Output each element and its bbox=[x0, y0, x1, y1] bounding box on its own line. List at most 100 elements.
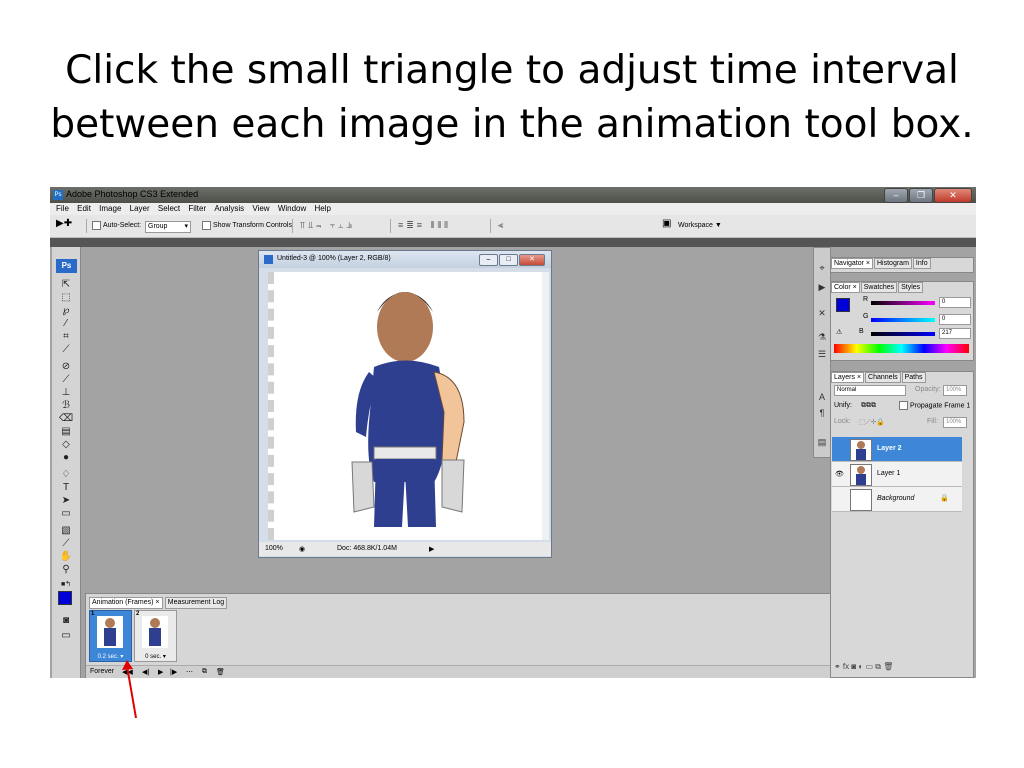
animation-frame-1[interactable]: 1 0.2 sec. ▾ bbox=[89, 610, 132, 662]
eyedropper-tool-icon[interactable]: ⟋ bbox=[59, 537, 73, 550]
duplicate-frame-icon[interactable]: ⧉ bbox=[202, 668, 207, 676]
type-tool-icon[interactable]: T bbox=[59, 481, 73, 494]
channel-g-slider[interactable] bbox=[871, 318, 935, 322]
tab-histogram[interactable]: Histogram bbox=[874, 258, 912, 269]
unify-icons[interactable]: ⧉⧉⧉ bbox=[861, 402, 876, 410]
channel-r-slider[interactable] bbox=[871, 301, 935, 305]
tool-presets-icon[interactable]: ✕ bbox=[816, 308, 828, 319]
screen-mode-icon[interactable]: ▭ bbox=[59, 629, 73, 642]
eraser-tool-icon[interactable]: ⌫ bbox=[59, 412, 73, 425]
healing-brush-tool-icon[interactable]: ⊘ bbox=[59, 360, 73, 373]
menu-edit[interactable]: Edit bbox=[77, 203, 91, 215]
dodge-tool-icon[interactable]: ● bbox=[59, 451, 73, 464]
restore-button[interactable]: ❐ bbox=[909, 188, 933, 203]
doc-restore-button[interactable]: □ bbox=[499, 254, 518, 266]
status-options-icon[interactable]: ◉ bbox=[299, 545, 305, 553]
lock-icons[interactable]: ⬚⟋✛🔒 bbox=[859, 418, 885, 427]
frame-delay[interactable]: 0.2 sec. ▾ bbox=[90, 653, 131, 660]
layer-row-layer-1[interactable]: 👁 Layer 1 bbox=[832, 462, 962, 487]
channel-g-value[interactable]: 0 bbox=[939, 314, 971, 325]
opacity-value[interactable]: 100% bbox=[943, 385, 967, 396]
workspace-button[interactable]: Workspace ▼ bbox=[678, 220, 722, 231]
tab-measurement-log[interactable]: Measurement Log bbox=[164, 597, 228, 609]
next-frame-icon[interactable]: |▶ bbox=[170, 668, 177, 676]
gradient-tool-icon[interactable]: ▤ bbox=[59, 425, 73, 438]
notes-tool-icon[interactable]: ▧ bbox=[59, 524, 73, 537]
path-selection-tool-icon[interactable]: ➤ bbox=[59, 494, 73, 507]
color-ramp[interactable] bbox=[834, 344, 969, 353]
play-icon[interactable]: ▶ bbox=[158, 668, 163, 676]
blur-tool-icon[interactable]: ◇ bbox=[59, 438, 73, 451]
channel-b-value[interactable]: 217 bbox=[939, 328, 971, 339]
default-colors-icon[interactable]: ■↰ bbox=[59, 578, 73, 591]
doc-minimize-button[interactable]: – bbox=[479, 254, 498, 266]
frame-delay[interactable]: 0 sec. ▾ bbox=[135, 653, 176, 660]
menu-window[interactable]: Window bbox=[278, 203, 306, 215]
propagate-checkbox[interactable] bbox=[899, 401, 908, 410]
zoom-tool-icon[interactable]: ⚲ bbox=[59, 563, 73, 576]
tab-styles[interactable]: Styles bbox=[898, 282, 924, 293]
document-canvas[interactable] bbox=[268, 272, 546, 540]
color-foreground-swatch[interactable] bbox=[836, 298, 850, 312]
channel-r-value[interactable]: 0 bbox=[939, 297, 971, 308]
document-vertical-scrollbar[interactable] bbox=[542, 272, 549, 540]
magic-wand-tool-icon[interactable]: ⁄ bbox=[59, 317, 73, 330]
channel-b-slider[interactable] bbox=[871, 332, 935, 336]
delete-frame-icon[interactable]: 🗑 bbox=[216, 668, 225, 676]
hand-tool-icon[interactable]: ✋ bbox=[59, 550, 73, 563]
menu-analysis[interactable]: Analysis bbox=[214, 203, 244, 215]
tab-channels[interactable]: Channels bbox=[865, 372, 901, 383]
history-panel-icon[interactable]: ▤ bbox=[816, 437, 828, 448]
tab-layers[interactable]: Layers × bbox=[831, 372, 865, 383]
animation-frame-2[interactable]: 2 0 sec. ▾ bbox=[134, 610, 177, 662]
marquee-tool-icon[interactable]: ⬚ bbox=[59, 291, 73, 304]
loop-options[interactable]: Forever bbox=[90, 668, 114, 675]
tab-color[interactable]: Color × bbox=[831, 282, 860, 293]
layer-row-layer-2[interactable]: Layer 2 bbox=[832, 437, 962, 462]
brushes-panel-icon[interactable]: ☰ bbox=[816, 349, 828, 360]
menu-layer[interactable]: Layer bbox=[130, 203, 150, 215]
eye-icon[interactable]: 👁 bbox=[835, 470, 844, 478]
auto-align-icon[interactable]: ⫷ bbox=[498, 220, 506, 231]
quick-mask-icon[interactable]: ◙ bbox=[59, 614, 73, 627]
menu-filter[interactable]: Filter bbox=[188, 203, 206, 215]
fill-value[interactable]: 100% bbox=[943, 417, 967, 428]
clone-source-icon[interactable]: ⚗ bbox=[816, 332, 828, 343]
menu-help[interactable]: Help bbox=[315, 203, 331, 215]
minimize-button[interactable]: – bbox=[884, 188, 908, 203]
status-menu-arrow-icon[interactable]: ▶ bbox=[429, 545, 434, 553]
history-brush-tool-icon[interactable]: ℬ bbox=[59, 399, 73, 412]
close-button[interactable]: ✕ bbox=[934, 188, 972, 203]
distribute-icons[interactable]: ≡≣≡ ⫴⫴⫴ bbox=[398, 220, 451, 231]
layer-row-background[interactable]: Background 🔒 bbox=[832, 487, 962, 512]
shape-tool-icon[interactable]: ▭ bbox=[59, 507, 73, 520]
menu-view[interactable]: View bbox=[252, 203, 269, 215]
foreground-color-swatch[interactable] bbox=[58, 591, 72, 605]
tab-navigator[interactable]: Navigator × bbox=[831, 258, 873, 269]
layer-actions-icons[interactable]: ⚭ fx ◙ ◐ ▭ ⧉ 🗑 bbox=[834, 662, 893, 672]
auto-select-dropdown[interactable]: Group ▾ bbox=[145, 221, 191, 233]
stamp-tool-icon[interactable]: ⊥ bbox=[59, 386, 73, 399]
zoom-level[interactable]: 100% bbox=[265, 545, 283, 552]
align-icons[interactable]: ⫪⫫⫬ ⫟⫠⫡ bbox=[300, 220, 355, 231]
move-tool-icon[interactable]: ▶✚ bbox=[56, 218, 72, 229]
tab-animation-frames[interactable]: Animation (Frames) × bbox=[89, 597, 163, 609]
pen-tool-icon[interactable]: ♢ bbox=[59, 468, 73, 481]
navigator-panel-icon[interactable]: ⌖ bbox=[816, 263, 828, 274]
blend-mode-dropdown[interactable]: Normal bbox=[834, 385, 906, 396]
auto-select-checkbox[interactable] bbox=[92, 220, 101, 230]
paragraph-panel-icon[interactable]: ¶ bbox=[816, 408, 828, 419]
move-tool-icon[interactable]: ⇱ bbox=[59, 278, 73, 291]
show-transform-checkbox[interactable] bbox=[202, 220, 211, 230]
menu-image[interactable]: Image bbox=[99, 203, 121, 215]
tab-info[interactable]: Info bbox=[912, 258, 931, 269]
lasso-tool-icon[interactable]: ℘ bbox=[59, 304, 73, 317]
actions-panel-icon[interactable]: ▶ bbox=[816, 282, 828, 293]
tab-paths[interactable]: Paths bbox=[901, 372, 926, 383]
crop-tool-icon[interactable]: ⌗ bbox=[59, 330, 73, 343]
menu-select[interactable]: Select bbox=[158, 203, 180, 215]
tab-swatches[interactable]: Swatches bbox=[860, 282, 898, 293]
brush-tool-icon[interactable]: ⟋ bbox=[59, 373, 73, 386]
character-panel-icon[interactable]: A bbox=[816, 392, 828, 403]
tween-icon[interactable]: ⋯ bbox=[186, 668, 193, 676]
